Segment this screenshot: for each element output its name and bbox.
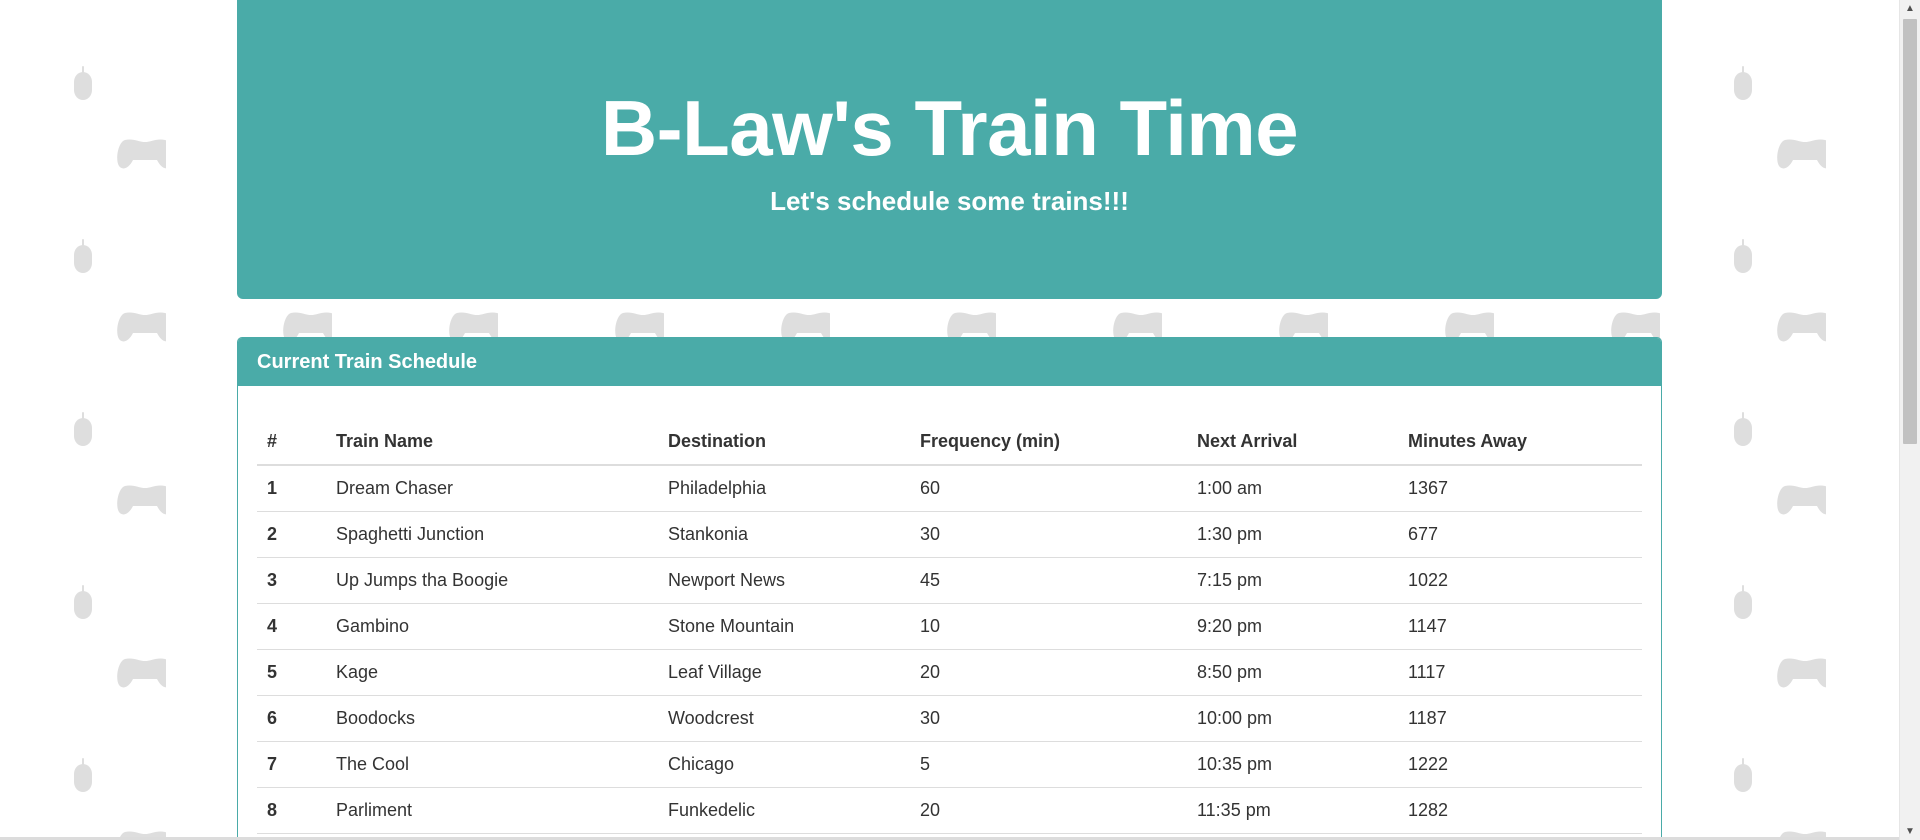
table-row: 4 Gambino Stone Mountain 10 9:20 pm 1147 — [257, 603, 1642, 650]
cell-frequency: 5 — [910, 741, 1187, 788]
cell-next-arrival: 11:35 pm — [1187, 787, 1398, 834]
cell-minutes-away: 1367 — [1398, 465, 1642, 512]
cell-minutes-away: 1117 — [1398, 649, 1642, 696]
cell-train-name: Spaghetti Junction — [326, 511, 658, 558]
cell-minutes-away: 1022 — [1398, 557, 1642, 604]
table-row: 1 Dream Chaser Philadelphia 60 1:00 am 1… — [257, 465, 1642, 512]
cell-train-name: Dream Chaser — [326, 465, 658, 512]
cell-destination: Funkedelic — [658, 787, 910, 834]
cell-next-arrival: 10:00 pm — [1187, 695, 1398, 742]
table-header-row: # Train Name Destination Frequency (min)… — [257, 404, 1642, 466]
panel-body: # Train Name Destination Frequency (min)… — [238, 386, 1661, 834]
cell-frequency: 20 — [910, 787, 1187, 834]
column-header-next-arrival: Next Arrival — [1187, 404, 1398, 466]
page-subtitle: Let's schedule some trains!!! — [770, 186, 1129, 216]
cell-frequency: 60 — [910, 465, 1187, 512]
cell-destination: Leaf Village — [658, 649, 910, 696]
column-header-minutes-away: Minutes Away — [1398, 404, 1642, 466]
cell-train-name: Kage — [326, 649, 658, 696]
cell-destination: Stone Mountain — [658, 603, 910, 650]
column-header-frequency: Frequency (min) — [910, 404, 1187, 466]
cell-minutes-away: 1222 — [1398, 741, 1642, 788]
cell-destination: Stankonia — [658, 511, 910, 558]
cell-num: 4 — [257, 603, 326, 650]
train-schedule-panel: Current Train Schedule # Train Name Dest… — [237, 337, 1662, 840]
cell-minutes-away: 1187 — [1398, 695, 1642, 742]
scrollbar-thumb[interactable] — [1903, 19, 1917, 444]
table-row: 3 Up Jumps tha Boogie Newport News 45 7:… — [257, 557, 1642, 604]
table-row: 7 The Cool Chicago 5 10:35 pm 1222 — [257, 741, 1642, 788]
cell-minutes-away: 677 — [1398, 511, 1642, 558]
cell-frequency: 10 — [910, 603, 1187, 650]
cell-next-arrival: 1:30 pm — [1187, 511, 1398, 558]
table-row: 5 Kage Leaf Village 20 8:50 pm 1117 — [257, 649, 1642, 696]
cell-minutes-away: 1147 — [1398, 603, 1642, 650]
table-header: # Train Name Destination Frequency (min)… — [257, 404, 1642, 466]
cell-num: 7 — [257, 741, 326, 788]
table-row: 6 Boodocks Woodcrest 30 10:00 pm 1187 — [257, 695, 1642, 742]
cell-minutes-away: 1282 — [1398, 787, 1642, 834]
cell-num: 2 — [257, 511, 326, 558]
arrow-up-icon[interactable]: ▲ — [1900, 0, 1920, 17]
cell-train-name: Gambino — [326, 603, 658, 650]
cell-next-arrival: 7:15 pm — [1187, 557, 1398, 604]
cell-train-name: The Cool — [326, 741, 658, 788]
table-row: 2 Spaghetti Junction Stankonia 30 1:30 p… — [257, 511, 1642, 558]
main-container: B-Law's Train Time Let's schedule some t… — [237, 0, 1662, 840]
cell-frequency: 30 — [910, 695, 1187, 742]
cell-train-name: Up Jumps tha Boogie — [326, 557, 658, 604]
cell-next-arrival: 8:50 pm — [1187, 649, 1398, 696]
column-header-destination: Destination — [658, 404, 910, 466]
cell-train-name: Boodocks — [326, 695, 658, 742]
page-title: B-Law's Train Time — [600, 84, 1299, 172]
cell-train-name: Parliment — [326, 787, 658, 834]
cell-frequency: 20 — [910, 649, 1187, 696]
column-header-num: # — [257, 404, 326, 466]
cell-next-arrival: 10:35 pm — [1187, 741, 1398, 788]
cell-next-arrival: 1:00 am — [1187, 465, 1398, 512]
cell-num: 6 — [257, 695, 326, 742]
table-row: 8 Parliment Funkedelic 20 11:35 pm 1282 — [257, 787, 1642, 834]
cell-frequency: 45 — [910, 557, 1187, 604]
column-header-train-name: Train Name — [326, 404, 658, 466]
cell-num: 3 — [257, 557, 326, 604]
cell-destination: Chicago — [658, 741, 910, 788]
cell-frequency: 30 — [910, 511, 1187, 558]
cell-num: 8 — [257, 787, 326, 834]
cell-next-arrival: 9:20 pm — [1187, 603, 1398, 650]
arrow-down-icon[interactable]: ▼ — [1900, 823, 1920, 840]
cell-num: 5 — [257, 649, 326, 696]
jumbotron-header: B-Law's Train Time Let's schedule some t… — [237, 0, 1662, 299]
cell-destination: Philadelphia — [658, 465, 910, 512]
cell-num: 1 — [257, 465, 326, 512]
panel-heading: Current Train Schedule — [238, 338, 1661, 386]
train-schedule-table: # Train Name Destination Frequency (min)… — [257, 404, 1642, 834]
vertical-scrollbar[interactable]: ▲ ▼ — [1899, 0, 1920, 840]
cell-destination: Woodcrest — [658, 695, 910, 742]
cell-destination: Newport News — [658, 557, 910, 604]
table-body: 1 Dream Chaser Philadelphia 60 1:00 am 1… — [257, 465, 1642, 834]
